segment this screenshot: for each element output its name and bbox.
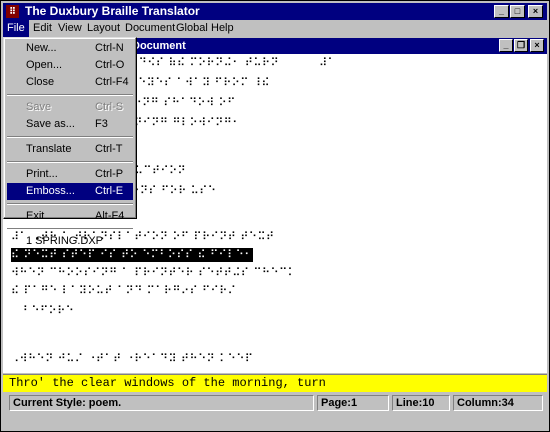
print-text-line: Thro' the clear windows of the morning, … bbox=[3, 374, 547, 392]
menu-item-label: Emboss... bbox=[26, 185, 75, 197]
app-title: The Duxbury Braille Translator bbox=[25, 4, 200, 18]
menu-edit[interactable]: Edit bbox=[29, 20, 56, 37]
file-menu-item-emboss[interactable]: Emboss... Ctrl-E bbox=[7, 183, 133, 200]
app-window: ⠿ The Duxbury Braille Translator _ □ × F… bbox=[0, 0, 550, 432]
doc-minimize-button[interactable]: _ bbox=[499, 39, 513, 52]
file-menu-item-open[interactable]: Open... Ctrl-O bbox=[7, 57, 133, 74]
menu-item-shortcut: Alt-F4 bbox=[95, 210, 125, 222]
menu-item-label: New... bbox=[26, 42, 57, 54]
file-menu-item-print[interactable]: Print... Ctrl-P bbox=[7, 166, 133, 183]
menu-item-label: Save as... bbox=[26, 118, 75, 130]
menu-item-shortcut: F3 bbox=[95, 118, 108, 130]
status-line: Line:10 bbox=[392, 395, 450, 411]
braille-line[interactable]: ⠃⠑⠋⠕⠗⠑ bbox=[11, 304, 74, 318]
minimize-button[interactable]: _ bbox=[494, 5, 509, 18]
menu-separator bbox=[7, 136, 133, 138]
doc-close-button[interactable]: × bbox=[530, 39, 544, 52]
braille-line[interactable]: ⠺⠓⠑⠝ ⠉⠓⠕⠕⠎⠊⠝⠛ ⠁ ⠏⠗⠊⠝⠞⠑⠗ ⠎⠑⠞⠞⠬⠎ ⠉⠓⠑⠉⠅ bbox=[11, 266, 296, 280]
status-current-style: Current Style: poem. bbox=[9, 395, 314, 411]
maximize-button[interactable]: □ bbox=[510, 5, 525, 18]
menu-help[interactable]: Help bbox=[207, 20, 238, 37]
menu-layout[interactable]: Layout bbox=[83, 20, 124, 37]
menu-item-label: Close bbox=[26, 76, 55, 88]
menu-item-shortcut: Ctrl-P bbox=[95, 168, 124, 180]
print-line-text: Thro' the clear windows of the morning, … bbox=[9, 376, 326, 390]
app-titlebar[interactable]: ⠿ The Duxbury Braille Translator _ □ × bbox=[3, 3, 547, 20]
braille-line[interactable]: ⠮ ⠏⠁⠛⠑ ⠇⠁⠽⠕⠥⠞ ⠁⠝⠙ ⠍⠁⠗⠛⠔⠎ ⠋⠊⠗⠌ bbox=[11, 284, 236, 298]
file-menu-item-new[interactable]: New... Ctrl-N bbox=[7, 40, 133, 57]
menu-separator bbox=[7, 161, 133, 163]
menu-file[interactable]: File bbox=[3, 20, 29, 37]
document-title: Document bbox=[132, 40, 186, 52]
file-menu-item-save[interactable]: Save Ctrl-S bbox=[7, 99, 133, 116]
duxbury-app-icon[interactable]: ⠿ bbox=[6, 5, 19, 18]
status-bar: Current Style: poem. Page:1 Line:10 Colu… bbox=[3, 393, 547, 413]
menu-separator bbox=[7, 203, 133, 205]
file-menu-item-save-as[interactable]: Save as... F3 bbox=[7, 116, 133, 133]
menu-item-shortcut: Ctrl-S bbox=[95, 101, 124, 113]
file-menu-dropdown: New... Ctrl-N Open... Ctrl-O Close Ctrl-F4 Sav… bbox=[3, 37, 137, 247]
menu-item-label: Print... bbox=[26, 168, 58, 180]
menu-item-label: Translate bbox=[26, 143, 72, 155]
braille-line-current[interactable]: ⠮ ⠝⠑⠭⠞ ⠎⠞⠑⠏ ⠊⠎ ⠞⠕ ⠑⠍⠃⠕⠎⠎ ⠮ ⠋⠊⠇⠑⠂ bbox=[11, 248, 253, 262]
menu-view[interactable]: View bbox=[54, 20, 86, 37]
doc-restore-button[interactable]: ❐ bbox=[514, 39, 528, 52]
status-page: Page:1 bbox=[317, 395, 389, 411]
menu-item-label: Save bbox=[26, 101, 52, 113]
menu-separator bbox=[7, 94, 133, 96]
menu-item-label: 1 SPRING.DXP bbox=[26, 235, 104, 247]
menu-item-label: Open... bbox=[26, 59, 63, 71]
file-menu-item-close[interactable]: Close Ctrl-F4 bbox=[7, 74, 133, 91]
menu-item-shortcut: Ctrl-F4 bbox=[95, 76, 129, 88]
menu-separator bbox=[7, 228, 133, 230]
file-menu-item-1-spring-dxp[interactable]: 1 SPRING.DXP bbox=[7, 233, 133, 250]
menu-item-shortcut: Ctrl-N bbox=[95, 42, 124, 54]
menu-document[interactable]: Document bbox=[121, 20, 179, 37]
menu-item-shortcut: Ctrl-E bbox=[95, 185, 124, 197]
menu-bar: File Edit View Layout Document Global He… bbox=[3, 20, 547, 37]
braille-line[interactable]: ⠠⠺⠓⠑⠝ ⠚⠥⠌ ⠐⠞⠁⠞ ⠐⠗⠑⠁⠙⠽ ⠞⠓⠑⠝ ⠅⠑⠑⠏ bbox=[11, 352, 253, 366]
menu-item-shortcut: Ctrl-O bbox=[95, 59, 125, 71]
file-menu-item-exit[interactable]: Exit Alt-F4 bbox=[7, 208, 133, 225]
close-button[interactable]: × bbox=[528, 5, 543, 18]
file-menu-item-translate[interactable]: Translate Ctrl-T bbox=[7, 141, 133, 158]
menu-global[interactable]: Global bbox=[172, 20, 212, 37]
status-column: Column:34 bbox=[453, 395, 543, 411]
menu-item-shortcut: Ctrl-T bbox=[95, 143, 123, 155]
menu-item-label: Exit bbox=[26, 210, 45, 222]
